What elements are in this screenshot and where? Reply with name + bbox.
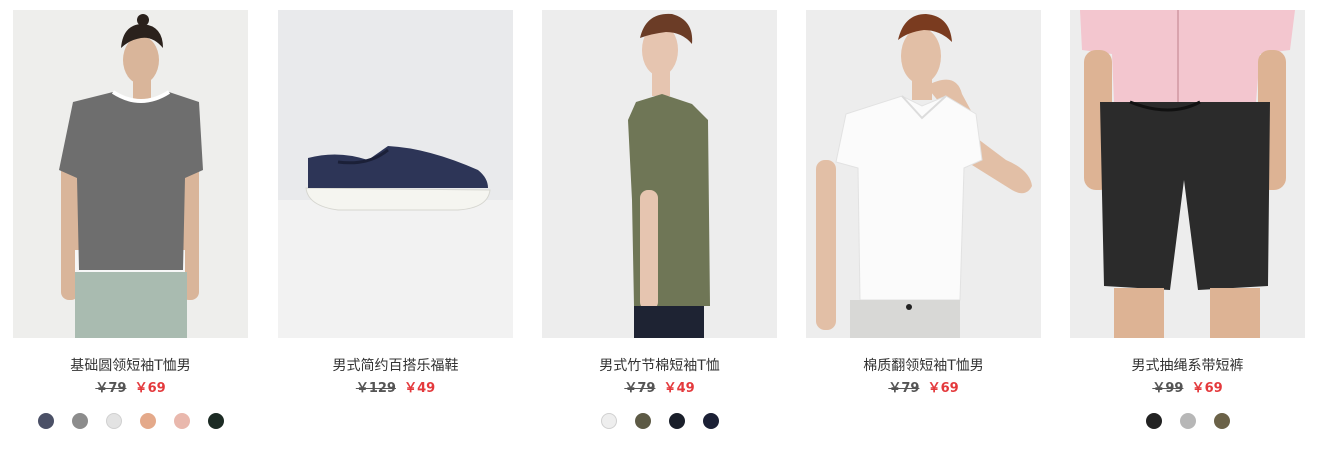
- product-name[interactable]: 基础圆领短袖T恤男: [13, 357, 248, 375]
- product-image[interactable]: [542, 10, 777, 338]
- product-image[interactable]: [278, 10, 513, 338]
- color-swatch[interactable]: [71, 413, 88, 429]
- original-price: ￥129: [355, 381, 396, 396]
- sale-price: ￥49: [404, 381, 436, 396]
- color-swatch[interactable]: [634, 413, 651, 429]
- original-price: ￥79: [888, 381, 920, 396]
- product-card[interactable]: 男式抽绳系带短裤 ￥99 ￥69: [1070, 10, 1305, 450]
- sale-price: ￥69: [1191, 381, 1223, 396]
- color-swatch[interactable]: [207, 413, 224, 429]
- color-swatch[interactable]: [702, 413, 719, 429]
- original-price: ￥79: [624, 381, 656, 396]
- product-grid: 基础圆领短袖T恤男 ￥79 ￥69 男式简约百搭乐福鞋 ￥129 ￥49 男式竹…: [0, 0, 1317, 455]
- color-swatch[interactable]: [1213, 413, 1230, 429]
- product-name[interactable]: 男式抽绳系带短裤: [1070, 357, 1305, 375]
- product-card[interactable]: 基础圆领短袖T恤男 ￥79 ￥69: [13, 10, 248, 450]
- product-card[interactable]: 棉质翻领短袖T恤男 ￥79 ￥69: [806, 10, 1041, 450]
- color-swatches: [13, 412, 248, 432]
- product-image[interactable]: [13, 10, 248, 338]
- color-swatch[interactable]: [173, 413, 190, 429]
- sale-price: ￥69: [134, 381, 166, 396]
- color-swatches: [1070, 412, 1305, 432]
- product-name[interactable]: 棉质翻领短袖T恤男: [806, 357, 1041, 375]
- color-swatch[interactable]: [37, 413, 54, 429]
- color-swatches: [542, 412, 777, 432]
- color-swatch[interactable]: [668, 413, 685, 429]
- product-image[interactable]: [1070, 10, 1305, 338]
- product-name[interactable]: 男式竹节棉短袖T恤: [542, 357, 777, 375]
- product-image[interactable]: [806, 10, 1041, 338]
- color-swatch[interactable]: [1145, 413, 1162, 429]
- price-row: ￥79 ￥69: [806, 381, 1041, 397]
- color-swatches: [806, 412, 1041, 432]
- color-swatch[interactable]: [105, 413, 122, 429]
- color-swatches: [278, 412, 513, 432]
- original-price: ￥99: [1152, 381, 1184, 396]
- original-price: ￥79: [95, 381, 127, 396]
- color-swatch[interactable]: [139, 413, 156, 429]
- price-row: ￥129 ￥49: [278, 381, 513, 397]
- color-swatch[interactable]: [1179, 413, 1196, 429]
- color-swatch[interactable]: [600, 413, 617, 429]
- product-card[interactable]: 男式竹节棉短袖T恤 ￥79 ￥49: [542, 10, 777, 450]
- price-row: ￥99 ￥69: [1070, 381, 1305, 397]
- sale-price: ￥69: [927, 381, 959, 396]
- price-row: ￥79 ￥69: [13, 381, 248, 397]
- sale-price: ￥49: [663, 381, 695, 396]
- product-name[interactable]: 男式简约百搭乐福鞋: [278, 357, 513, 375]
- product-card[interactable]: 男式简约百搭乐福鞋 ￥129 ￥49: [278, 10, 513, 450]
- price-row: ￥79 ￥49: [542, 381, 777, 397]
